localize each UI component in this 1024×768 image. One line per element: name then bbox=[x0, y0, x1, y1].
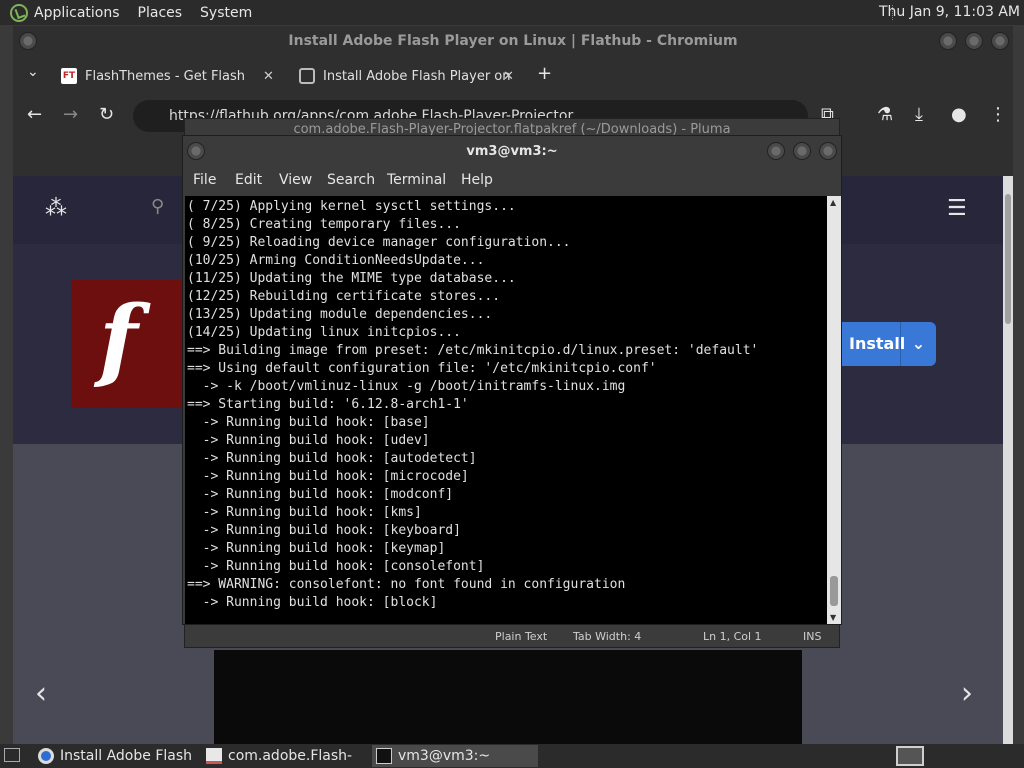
forward-icon[interactable]: → bbox=[63, 104, 78, 125]
terminal-line: -> Running build hook: [base] bbox=[187, 415, 430, 430]
top-panel: Applications Places System Thu Jan 9, 11… bbox=[0, 0, 1024, 25]
terminal-line: -> Running build hook: [kms] bbox=[187, 505, 422, 520]
terminal-line: ( 8/25) Creating temporary files... bbox=[187, 217, 461, 232]
terminal-line: (11/25) Updating the MIME type database.… bbox=[187, 271, 516, 286]
bottom-taskbar: Install Adobe Flash ... com.adobe.Flash-… bbox=[0, 744, 1024, 768]
gallery-next-icon[interactable]: › bbox=[961, 676, 973, 711]
insert-mode: INS bbox=[803, 630, 822, 643]
terminal-line: ( 9/25) Reloading device manager configu… bbox=[187, 235, 571, 250]
tab-strip: ⌄ FT FlashThemes - Get Flash ✕ Install A… bbox=[13, 58, 1013, 94]
window-menu-button[interactable] bbox=[19, 32, 37, 50]
tab-width-dropdown[interactable]: Tab Width: 4 bbox=[573, 630, 641, 643]
tab-label: FlashThemes - Get Flash bbox=[85, 68, 246, 84]
terminal-line: ==> WARNING: consolefont: no font found … bbox=[187, 577, 626, 592]
menu-search[interactable]: Search bbox=[327, 172, 375, 188]
mate-logo-icon[interactable] bbox=[10, 3, 28, 22]
terminal-line: ==> Starting build: '6.12.8-arch1-1' bbox=[187, 397, 469, 412]
menu-terminal[interactable]: Terminal bbox=[387, 172, 446, 188]
terminal-line: -> Running build hook: [keymap] bbox=[187, 541, 446, 556]
flathub-logo-icon[interactable]: ⁂ bbox=[45, 196, 67, 221]
terminal-line: (12/25) Rebuilding certificate stores... bbox=[187, 289, 501, 304]
flash-player-logo: f bbox=[71, 280, 199, 408]
terminal-line: -> -k /boot/vmlinuz-linux -g /boot/initr… bbox=[187, 379, 626, 394]
terminal-window: vm3@vm3:~ File Edit View Search Terminal… bbox=[182, 135, 842, 625]
terminal-menubar: File Edit View Search Terminal Help bbox=[183, 168, 841, 196]
cursor-position: Ln 1, Col 1 bbox=[703, 630, 762, 643]
tab-flashthemes[interactable]: FT FlashThemes - Get Flash ✕ bbox=[61, 60, 283, 92]
menu-file[interactable]: File bbox=[193, 172, 216, 188]
task-chromium[interactable]: Install Adobe Flash ... bbox=[34, 745, 198, 767]
tab-flathub[interactable]: Install Adobe Flash Player on ✕ bbox=[299, 60, 521, 92]
tab-label: Install Adobe Flash Player on bbox=[323, 68, 511, 84]
install-button[interactable]: Install ⌄ bbox=[831, 322, 936, 366]
terminal-line: ==> Using default configuration file: '/… bbox=[187, 361, 657, 376]
terminal-line: ==> Building image from preset: /etc/mki… bbox=[187, 343, 759, 358]
terminal-line: -> Running build hook: [autodetect] bbox=[187, 451, 477, 466]
profile-icon[interactable]: ● bbox=[951, 104, 967, 125]
system-menu[interactable]: System bbox=[200, 5, 252, 21]
applications-menu[interactable]: Applications bbox=[34, 5, 120, 21]
clock[interactable]: Thu Jan 9, 11:03 AM bbox=[879, 4, 1020, 20]
menu-kebab-icon[interactable]: ⋮ bbox=[989, 104, 1007, 125]
scroll-down-icon[interactable]: ▼ bbox=[830, 613, 836, 622]
text-editor-icon bbox=[206, 748, 222, 764]
terminal-scrollbar[interactable]: ▲ ▼ bbox=[827, 196, 841, 624]
places-menu[interactable]: Places bbox=[138, 5, 183, 21]
terminal-output[interactable]: ( 7/25) Applying kernel sysctl settings.… bbox=[185, 196, 827, 624]
scroll-up-icon[interactable]: ▲ bbox=[830, 198, 836, 207]
terminal-line: ( 7/25) Applying kernel sysctl settings.… bbox=[187, 199, 516, 214]
terminal-line: -> Running build hook: [keyboard] bbox=[187, 523, 461, 538]
terminal-line: (13/25) Updating module dependencies... bbox=[187, 307, 493, 322]
search-icon[interactable]: ⚲ bbox=[151, 196, 164, 217]
window-title: Install Adobe Flash Player on Linux | Fl… bbox=[288, 33, 738, 49]
terminal-line: -> Running build hook: [consolefont] bbox=[187, 559, 485, 574]
gallery-prev-icon[interactable]: ‹ bbox=[35, 676, 47, 711]
terminal-line: (14/25) Updating linux initcpios... bbox=[187, 325, 461, 340]
download-icon[interactable]: ⤓ bbox=[915, 104, 923, 125]
terminal-title: vm3@vm3:~ bbox=[466, 144, 558, 159]
menu-help[interactable]: Help bbox=[461, 172, 493, 188]
terminal-line: -> Running build hook: [modconf] bbox=[187, 487, 454, 502]
page-scrollbar[interactable] bbox=[1003, 176, 1013, 744]
terminal-line: -> Running build hook: [udev] bbox=[187, 433, 430, 448]
terminal-line: (10/25) Arming ConditionNeedsUpdate... bbox=[187, 253, 485, 268]
terminal-icon bbox=[376, 748, 392, 764]
reload-icon[interactable]: ↻ bbox=[99, 104, 114, 125]
hamburger-menu-icon[interactable]: ☰ bbox=[947, 196, 967, 221]
back-icon[interactable]: ← bbox=[27, 104, 42, 125]
show-desktop-icon[interactable] bbox=[4, 748, 20, 762]
scroll-thumb[interactable] bbox=[1005, 194, 1011, 324]
terminal-line: -> Running build hook: [block] bbox=[187, 595, 438, 610]
terminal-line: -> Running build hook: [microcode] bbox=[187, 469, 469, 484]
close-button[interactable] bbox=[819, 142, 837, 160]
close-button[interactable] bbox=[991, 32, 1009, 50]
minimize-button[interactable] bbox=[767, 142, 785, 160]
close-tab-icon[interactable]: ✕ bbox=[503, 69, 514, 84]
flashthemes-icon: FT bbox=[61, 68, 77, 84]
workspace-switcher[interactable] bbox=[896, 746, 924, 766]
terminal-titlebar[interactable]: vm3@vm3:~ bbox=[183, 136, 841, 168]
flathub-icon bbox=[299, 68, 315, 84]
scroll-thumb[interactable] bbox=[830, 576, 838, 606]
task-pluma[interactable]: com.adobe.Flash-Pl... bbox=[202, 745, 368, 767]
close-tab-icon[interactable]: ✕ bbox=[263, 69, 274, 84]
pluma-statusbar: Plain Text Tab Width: 4 Ln 1, Col 1 INS bbox=[185, 627, 839, 647]
labs-icon[interactable]: ⚗ bbox=[877, 104, 893, 125]
window-menu-button[interactable] bbox=[187, 142, 205, 160]
syntax-mode-dropdown[interactable]: Plain Text bbox=[495, 630, 547, 643]
chromium-icon bbox=[38, 748, 54, 764]
chromium-titlebar[interactable]: Install Adobe Flash Player on Linux | Fl… bbox=[13, 26, 1013, 58]
maximize-button[interactable] bbox=[965, 32, 983, 50]
maximize-button[interactable] bbox=[793, 142, 811, 160]
install-dropdown-chevron-icon[interactable]: ⌄ bbox=[900, 322, 936, 366]
menu-edit[interactable]: Edit bbox=[235, 172, 262, 188]
task-terminal[interactable]: vm3@vm3:~ bbox=[372, 745, 538, 767]
menu-view[interactable]: View bbox=[279, 172, 312, 188]
minimize-button[interactable] bbox=[939, 32, 957, 50]
tab-search-chevron-icon[interactable]: ⌄ bbox=[27, 64, 39, 80]
screenshot-gallery bbox=[214, 650, 802, 744]
new-tab-icon[interactable]: + bbox=[537, 63, 552, 84]
